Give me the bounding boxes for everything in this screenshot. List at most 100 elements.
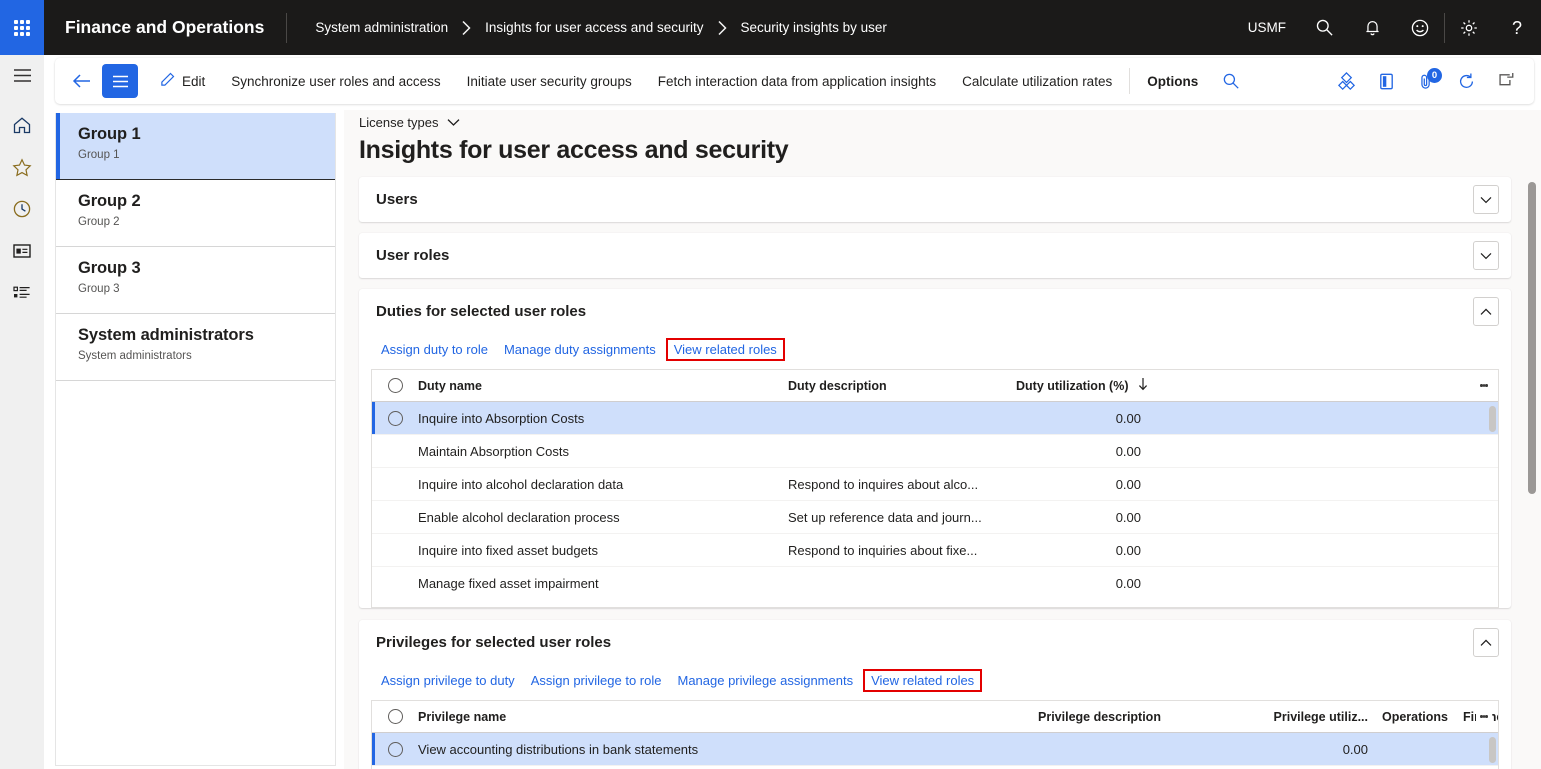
share-rhombus-icon[interactable]	[1326, 64, 1366, 98]
view-related-roles-link-duties[interactable]: View related roles	[666, 338, 785, 361]
column-header-privilege-utilization[interactable]: Privilege utiliz...	[1258, 710, 1368, 724]
workspaces-icon[interactable]	[0, 230, 44, 272]
assign-privilege-to-duty-link[interactable]: Assign privilege to duty	[373, 669, 523, 692]
nav-hamburger-icon[interactable]	[0, 55, 44, 95]
section-privileges: Privileges for selected user roles Assig…	[359, 620, 1511, 769]
group-subtitle: System administrators	[78, 350, 335, 362]
assign-privilege-to-role-link[interactable]: Assign privilege to role	[523, 669, 670, 692]
column-header-privilege-description[interactable]: Privilege description	[1038, 710, 1258, 724]
select-all-radio[interactable]	[372, 709, 418, 724]
help-question-icon[interactable]: ?	[1493, 0, 1541, 55]
chevron-down-icon[interactable]	[1473, 185, 1499, 214]
left-navigation-rail	[0, 55, 44, 769]
row-select-radio[interactable]	[372, 411, 418, 426]
chevron-down-icon[interactable]	[1473, 241, 1499, 270]
cell-duty-utilization: 0.00	[1016, 576, 1171, 591]
license-types-dropdown[interactable]: License types	[344, 110, 460, 130]
table-row[interactable]: Manage fixed asset impairment 0.00	[372, 567, 1498, 600]
breadcrumb-item-system-administration[interactable]: System administration	[315, 20, 448, 35]
privileges-grid: Privilege name Privilege description Pri…	[371, 700, 1499, 769]
company-selector[interactable]: USMF	[1234, 20, 1300, 35]
open-in-new-window-icon[interactable]	[1486, 64, 1526, 98]
main-content: License types Insights for user access a…	[344, 110, 1541, 769]
recent-clock-icon[interactable]	[0, 188, 44, 230]
cell-duty-name: Inquire into alcohol declaration data	[418, 477, 788, 492]
column-header-duty-description[interactable]: Duty description	[788, 379, 1016, 393]
toolbar-divider	[1129, 68, 1130, 94]
cell-duty-description: Respond to inquiries about fixe...	[788, 543, 1016, 558]
section-list: Users User roles Duties for selected use…	[344, 165, 1541, 769]
grid-options-kebab-icon[interactable]	[1476, 701, 1492, 732]
cell-duty-description: Set up reference data and journ...	[788, 510, 1016, 525]
section-title: Duties for selected user roles	[376, 303, 586, 320]
table-row[interactable]: Maintain Absorption Costs 0.00	[372, 435, 1498, 468]
synchronize-user-roles-button[interactable]: Synchronize user roles and access	[218, 64, 453, 98]
row-select-radio[interactable]	[372, 742, 418, 757]
main-content-scrollbar[interactable]	[1528, 182, 1536, 494]
column-header-duty-name[interactable]: Duty name	[418, 379, 788, 393]
assign-duty-to-role-link[interactable]: Assign duty to role	[373, 338, 496, 361]
command-toolbar: Edit Synchronize user roles and access I…	[55, 58, 1534, 104]
section-duties: Duties for selected user roles Assign du…	[359, 289, 1511, 608]
table-row[interactable]: Inquire into fixed asset budgets Respond…	[372, 534, 1498, 567]
search-icon[interactable]	[1300, 0, 1348, 55]
notification-bell-icon[interactable]	[1348, 0, 1396, 55]
cell-duty-name: Enable alcohol declaration process	[418, 510, 788, 525]
duties-grid: Duty name Duty description Duty utilizat…	[371, 369, 1499, 608]
duties-action-links: Assign duty to role Manage duty assignme…	[359, 334, 1511, 369]
column-header-operations[interactable]: Operations	[1368, 710, 1463, 724]
favorites-star-icon[interactable]	[0, 146, 44, 188]
cell-privilege-name: View accounting distributions in bank st…	[418, 742, 1038, 757]
initiate-user-security-groups-button[interactable]: Initiate user security groups	[454, 64, 645, 98]
refresh-icon[interactable]	[1446, 64, 1486, 98]
group-list-item[interactable]: Group 3 Group 3	[56, 247, 335, 314]
group-subtitle: Group 2	[78, 216, 335, 228]
office-panel-icon[interactable]	[1366, 64, 1406, 98]
section-header[interactable]: User roles	[359, 233, 1511, 278]
attachments-icon[interactable]: 0	[1406, 64, 1446, 98]
fetch-interaction-data-button[interactable]: Fetch interaction data from application …	[645, 64, 949, 98]
app-launcher-icon[interactable]	[0, 0, 44, 55]
breadcrumb-item-insights[interactable]: Insights for user access and security	[485, 20, 703, 35]
column-header-privilege-name[interactable]: Privilege name	[418, 710, 1038, 724]
feedback-smiley-icon[interactable]	[1396, 0, 1444, 55]
privileges-grid-scrollbar[interactable]	[1489, 737, 1496, 763]
home-icon[interactable]	[0, 104, 44, 146]
section-user-roles: User roles	[359, 233, 1511, 278]
options-button[interactable]: Options	[1134, 64, 1211, 98]
view-related-roles-link-privileges[interactable]: View related roles	[863, 669, 982, 692]
duties-grid-header: Duty name Duty description Duty utilizat…	[372, 370, 1498, 402]
breadcrumb-item-security-insights[interactable]: Security insights by user	[741, 20, 887, 35]
modules-list-icon[interactable]	[0, 272, 44, 314]
edit-label: Edit	[182, 74, 205, 89]
column-header-duty-utilization[interactable]: Duty utilization (%)	[1016, 377, 1171, 394]
group-list-item[interactable]: System administrators System administrat…	[56, 314, 335, 381]
group-title: Group 2	[78, 192, 335, 211]
section-header[interactable]: Users	[359, 177, 1511, 222]
table-row[interactable]: Enable alcohol declaration process Set u…	[372, 501, 1498, 534]
settings-gear-icon[interactable]	[1445, 0, 1493, 55]
chevron-up-icon[interactable]	[1473, 628, 1499, 657]
breadcrumb: System administration Insights for user …	[287, 20, 886, 36]
manage-duty-assignments-link[interactable]: Manage duty assignments	[496, 338, 664, 361]
edit-button[interactable]: Edit	[147, 64, 218, 98]
table-row[interactable]: View accounting distributions in bank st…	[372, 733, 1498, 766]
show-navigation-menu-button[interactable]	[102, 64, 138, 98]
chevron-down-icon	[447, 115, 460, 130]
section-header[interactable]: Privileges for selected user roles	[359, 620, 1511, 665]
grid-options-kebab-icon[interactable]	[1476, 370, 1492, 401]
table-row[interactable]: Inquire into Absorption Costs 0.00	[372, 402, 1498, 435]
cell-duty-utilization: 0.00	[1016, 477, 1171, 492]
select-all-radio[interactable]	[372, 378, 418, 393]
manage-privilege-assignments-link[interactable]: Manage privilege assignments	[669, 669, 861, 692]
back-arrow-icon[interactable]	[65, 64, 99, 98]
search-icon[interactable]	[1211, 64, 1251, 98]
group-list-item[interactable]: Group 1 Group 1	[56, 113, 335, 180]
section-header[interactable]: Duties for selected user roles	[359, 289, 1511, 334]
cell-privilege-utilization: 0.00	[1258, 742, 1368, 757]
table-row[interactable]: Inquire into alcohol declaration data Re…	[372, 468, 1498, 501]
calculate-utilization-rates-button[interactable]: Calculate utilization rates	[949, 64, 1125, 98]
duties-grid-scrollbar[interactable]	[1489, 406, 1496, 432]
group-list-item[interactable]: Group 2 Group 2	[56, 180, 335, 247]
chevron-up-icon[interactable]	[1473, 297, 1499, 326]
